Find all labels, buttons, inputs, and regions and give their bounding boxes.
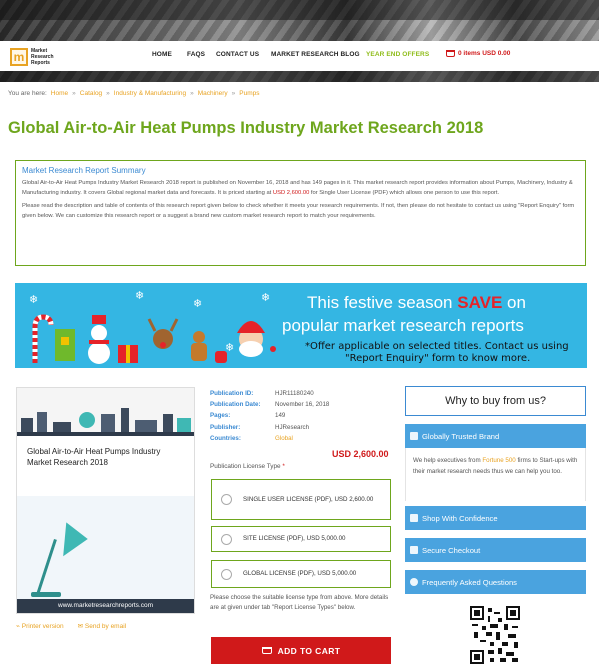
summary-paragraph: Global Air-to-Air Heat Pumps Industry Ma…: [22, 180, 573, 196]
banner-save: SAVE: [457, 293, 503, 312]
fortune-500-link[interactable]: Fortune 500: [482, 457, 515, 464]
banner-note: "Report Enquiry" form to know more.: [345, 353, 531, 364]
add-to-cart-label: ADD TO CART: [277, 645, 341, 656]
logo-mark: m: [10, 48, 28, 66]
summary-heading: Market Research Report Summary: [22, 166, 146, 175]
cover-lamp-illustration: [17, 496, 194, 601]
license-option-label: SITE LICENSE (PDF), USD 5,000.00: [243, 535, 346, 542]
nav-year-end-offers[interactable]: YEAR END OFFERS: [366, 51, 429, 58]
globally-trusted-brand-tab[interactable]: Globally Trusted Brand: [405, 424, 586, 448]
breadcrumb-catalog[interactable]: Catalog: [80, 90, 102, 97]
license-radio[interactable]: [221, 494, 232, 505]
detail-row: Countries: Global: [210, 433, 390, 444]
breadcrumb-separator: »: [190, 90, 194, 97]
nav-faqs[interactable]: FAQS: [187, 51, 205, 58]
breadcrumb-separator: »: [231, 90, 236, 97]
thumbs-up-icon: [410, 514, 418, 522]
side-tab-label: Shop With Confidence: [422, 513, 498, 523]
license-option-label: SINGLE USER LICENSE (PDF), USD 2,600.00: [243, 495, 374, 503]
breadcrumb-home[interactable]: Home: [51, 90, 68, 97]
license-option-label: GLOBAL LICENSE (PDF), USD 5,000.00: [243, 570, 357, 577]
breadcrumb-industry[interactable]: Industry & Manufacturing: [114, 90, 186, 97]
detail-row: Pages: 149: [210, 412, 286, 420]
breadcrumb-pumps[interactable]: Pumps: [239, 90, 259, 97]
breadcrumb-separator: »: [106, 90, 110, 97]
qr-code-icon: [470, 606, 520, 664]
cart-icon: [261, 647, 272, 654]
countries-link[interactable]: Global: [275, 433, 293, 444]
printer-version-link[interactable]: ⌁ Printer version: [16, 622, 64, 630]
banner-note: *Offer applicable on selected titles. Co…: [305, 341, 569, 352]
side-tab-label: Globally Trusted Brand: [422, 431, 500, 441]
nav-home[interactable]: HOME: [152, 51, 172, 58]
report-price: USD 2,600.00: [332, 449, 389, 459]
brand-icon: [410, 432, 418, 440]
christmas-decorations-icon: [32, 314, 276, 364]
side-tab-label: Secure Checkout: [422, 545, 481, 555]
cart-icon: [446, 50, 455, 57]
cover-url: www.marketresearchreports.com: [17, 599, 194, 613]
breadcrumb-separator: »: [72, 90, 76, 97]
banner-subheadline: popular market research reports: [282, 316, 524, 335]
detail-row: Publisher: HJResearch: [210, 423, 310, 431]
side-tab-label: Frequently Asked Questions: [422, 577, 517, 587]
logo-text: Market Research Reports: [31, 48, 54, 66]
breadcrumb: You are here: Home » Catalog » Industry …: [8, 90, 260, 97]
license-option-site[interactable]: SITE LICENSE (PDF), USD 5,000.00: [211, 526, 391, 552]
cover-illustration: [17, 388, 194, 436]
detail-row: Publication Date: November 16, 2018: [210, 401, 330, 409]
add-to-cart-button[interactable]: ADD TO CART: [211, 637, 391, 664]
report-actions: ⌁ Printer version ✉ Send by email: [16, 622, 126, 630]
faq-tab[interactable]: Frequently Asked Questions: [405, 570, 586, 594]
festive-offer-banner[interactable]: ❄ ❄ ❄ ❄ ❄ This festive season SAVE on po…: [15, 283, 587, 368]
detail-row: Publication ID: HJR11180240: [210, 390, 314, 397]
summary-price: USD 2,600.00: [272, 189, 310, 196]
shop-with-confidence-tab[interactable]: Shop With Confidence: [405, 506, 586, 530]
header-cart[interactable]: 0 items USD 0.00: [446, 50, 510, 57]
snowflake-icon: ❄: [29, 294, 39, 306]
trust-text: We help executives from Fortune 500 firm…: [413, 457, 578, 475]
license-note: Please choose the suitable license type …: [210, 594, 389, 611]
breadcrumb-prefix: You are here:: [8, 90, 47, 97]
nav-market-research-blog[interactable]: MARKET RESEARCH BLOG: [271, 51, 360, 58]
license-option-single-user[interactable]: SINGLE USER LICENSE (PDF), USD 2,600.00: [211, 479, 391, 520]
why-buy-heading: Why to buy from us?: [405, 386, 586, 416]
license-radio[interactable]: [221, 568, 232, 580]
send-by-email-link[interactable]: ✉ Send by email: [78, 622, 126, 630]
site-logo[interactable]: m Market Research Reports: [10, 47, 70, 67]
report-summary: Market Research Report Summary Global Ai…: [15, 160, 586, 266]
snowflake-icon: ❄: [135, 290, 145, 302]
lock-icon: [410, 546, 418, 554]
secure-checkout-tab[interactable]: Secure Checkout: [405, 538, 586, 562]
nav-contact-us[interactable]: CONTACT US: [216, 51, 259, 58]
report-cover-image: Global Air-to-Air Heat Pumps Industry Ma…: [16, 387, 195, 614]
license-type-label: Publication License Type *: [210, 463, 285, 470]
top-navbar: m Market Research Reports HOME FAQS CONT…: [0, 41, 599, 71]
breadcrumb-machinery[interactable]: Machinery: [198, 90, 228, 97]
license-radio[interactable]: [221, 533, 232, 545]
summary-paragraph: Please read the description and table of…: [22, 203, 575, 219]
factory-illustration-icon: [17, 408, 194, 436]
publication-details: Publication ID: HJR11180240 Publication D…: [210, 388, 390, 444]
page-title: Global Air-to-Air Heat Pumps Industry Ma…: [8, 119, 484, 137]
cart-summary: 0 items USD 0.00: [458, 50, 511, 57]
snowflake-icon: ❄: [261, 292, 271, 304]
banner-headline: This festive season SAVE on: [307, 293, 526, 312]
question-icon: [410, 578, 418, 586]
license-option-global[interactable]: GLOBAL LICENSE (PDF), USD 5,000.00: [211, 560, 391, 588]
cover-title: Global Air-to-Air Heat Pumps Industry Ma…: [27, 447, 161, 467]
